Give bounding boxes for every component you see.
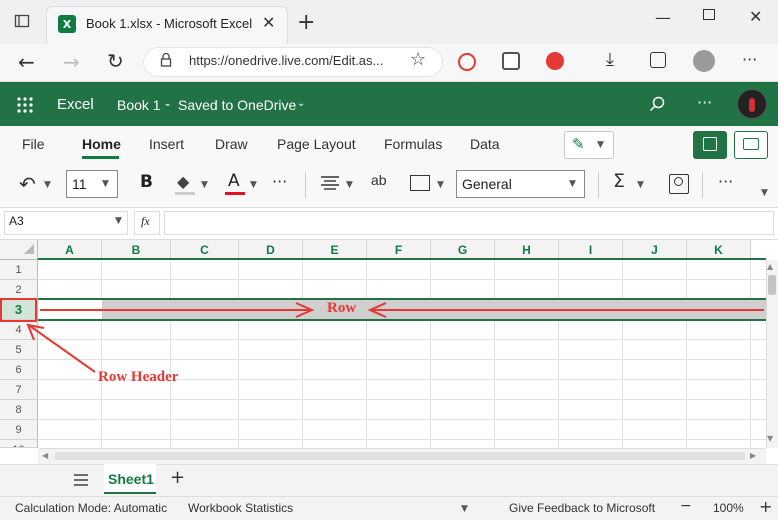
feedback-link[interactable]: Give Feedback to Microsoft — [509, 501, 655, 515]
sheet-list-icon[interactable] — [73, 473, 89, 487]
add-sheet-icon[interactable]: + — [170, 467, 185, 488]
arrow-to-row-header — [29, 325, 96, 373]
zoom-level[interactable]: 100% — [713, 501, 744, 515]
calculation-mode[interactable]: Calculation Mode: Automatic — [15, 501, 167, 515]
annotation-arrows — [26, 302, 764, 373]
zoom-out-icon[interactable]: − — [680, 498, 692, 514]
workbook-statistics[interactable]: Workbook Statistics — [188, 501, 293, 515]
status-chevron-icon[interactable]: ▼ — [461, 504, 468, 514]
sheet-tab-label: Sheet1 — [108, 471, 154, 487]
zoom-in-icon[interactable]: + — [759, 497, 772, 516]
